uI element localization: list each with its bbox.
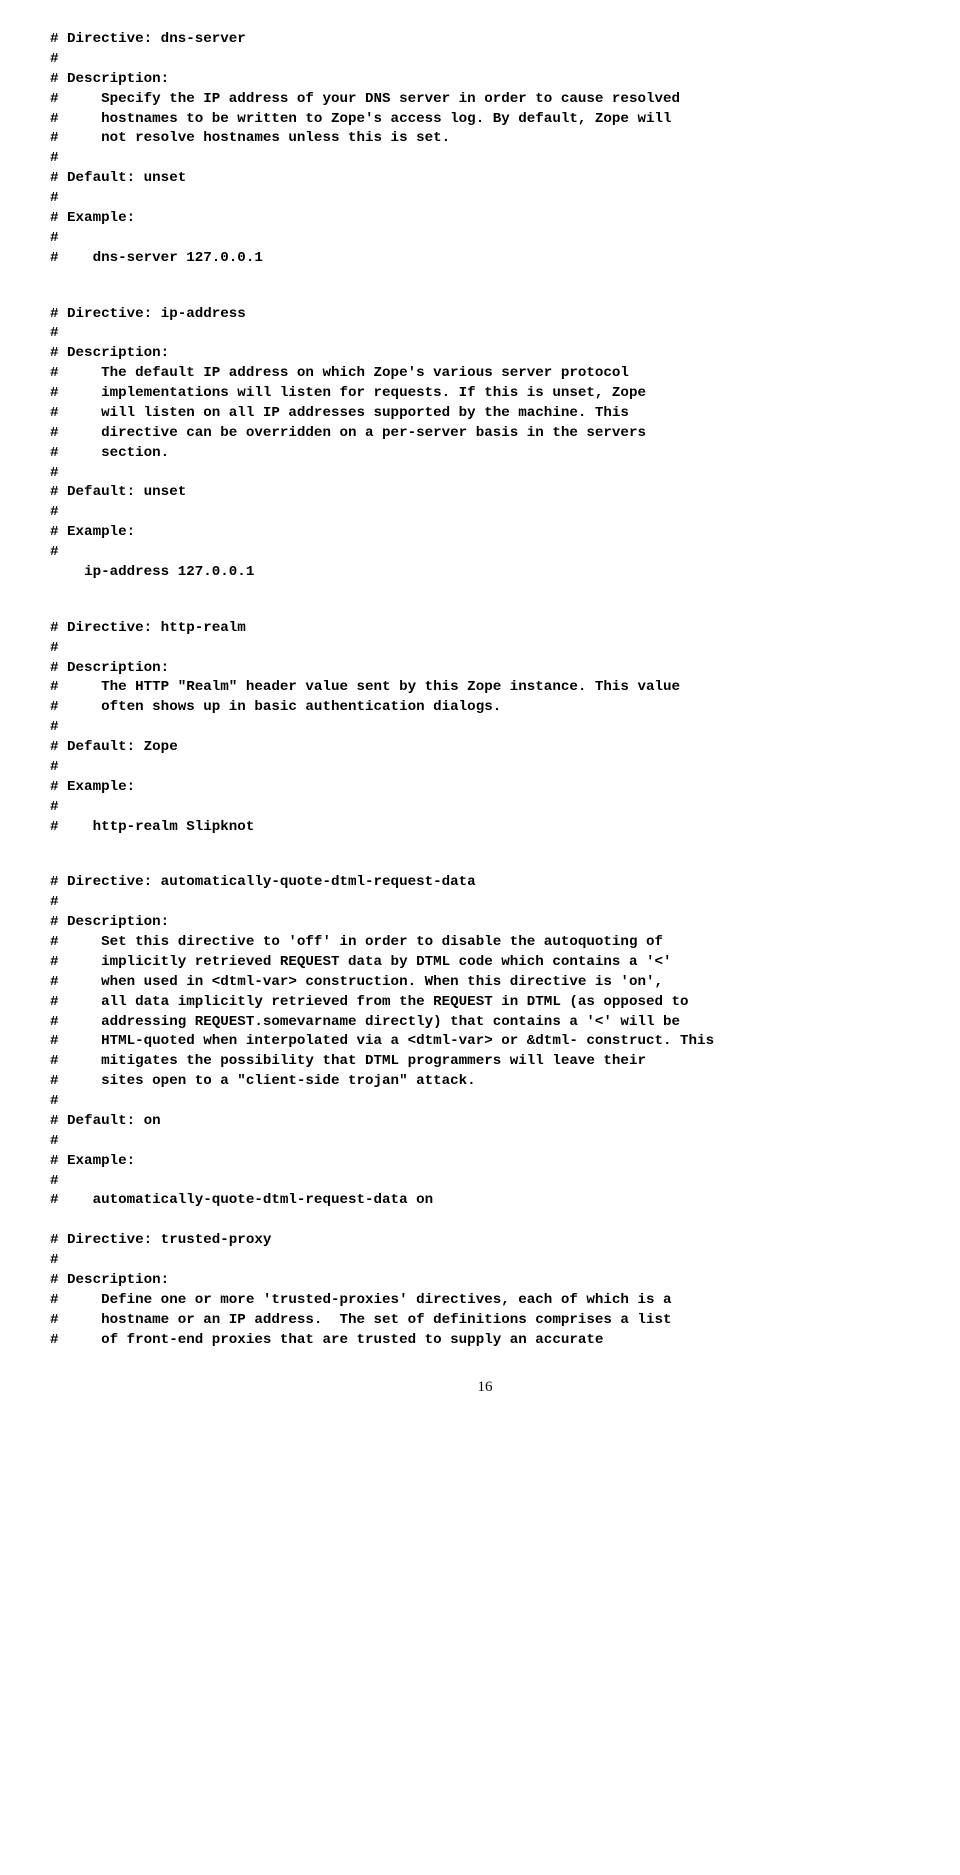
config-block-ip-address: # Directive: ip-address # # Description:… — [50, 305, 920, 583]
config-block-http-realm: # Directive: http-realm # # Description:… — [50, 619, 920, 838]
page-number: 16 — [50, 1377, 920, 1398]
config-block-trusted-proxy: # Directive: trusted-proxy # # Descripti… — [50, 1231, 920, 1350]
config-block-dns-server: # Directive: dns-server # # Description:… — [50, 30, 920, 269]
config-block-autoquote: # Directive: automatically-quote-dtml-re… — [50, 873, 920, 1211]
